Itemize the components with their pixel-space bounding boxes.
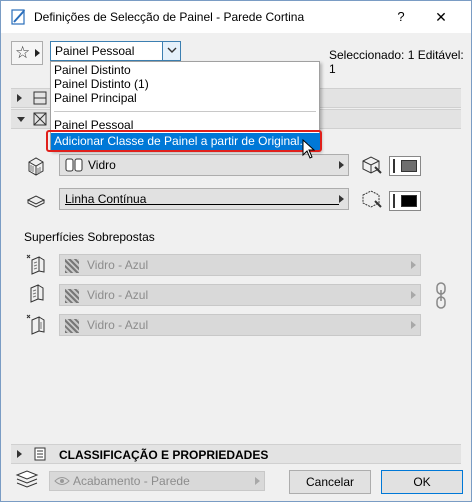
override-surface-value-2: Vidro - Azul — [87, 288, 149, 302]
eye-icon — [54, 477, 70, 485]
surface-pen-icon — [362, 156, 382, 174]
material-swatch-icon — [65, 158, 83, 172]
dropdown-item[interactable]: Painel Pessoal — [54, 118, 133, 132]
dropdown-separator — [54, 111, 316, 112]
override-surface-all-icon — [26, 254, 45, 275]
document-list-icon — [34, 447, 46, 461]
window-title: Definições de Selecção de Painel - Pared… — [34, 10, 305, 24]
star-icon: ☆ — [15, 43, 31, 62]
override-surface-value-1: Vidro - Azul — [87, 258, 149, 272]
ok-button[interactable]: OK — [381, 470, 463, 494]
line-pen-color-picker[interactable] — [389, 191, 421, 211]
cancel-button[interactable]: Cancelar — [289, 470, 371, 494]
line-type-field[interactable]: Linha Contínua — [59, 188, 349, 210]
pen-divider — [393, 194, 395, 208]
override-surface-other-icon — [26, 314, 45, 335]
chain-link-icon[interactable] — [435, 281, 447, 311]
layer-field[interactable]: Acabamento - Parede — [49, 471, 265, 491]
app-icon — [11, 9, 25, 25]
dropdown-item[interactable]: Painel Principal — [54, 91, 137, 105]
chevron-right-icon — [411, 321, 416, 329]
panel-class-combo[interactable]: Painel Pessoal — [50, 41, 181, 61]
panel-class-value: Painel Pessoal — [55, 44, 135, 58]
line-pen-swatch — [401, 195, 417, 207]
hatch-pattern-icon — [65, 289, 79, 303]
help-button[interactable]: ? — [389, 7, 413, 27]
combo-dropdown-button[interactable] — [162, 42, 180, 60]
chevron-right-icon — [339, 195, 344, 203]
panel-preview-icon — [33, 91, 47, 105]
expand-arrow-icon — [17, 450, 22, 458]
surface-material-value: Vidro — [88, 158, 116, 172]
dropdown-item[interactable]: Painel Distinto (1) — [54, 77, 149, 91]
dialog-window: Definições de Selecção de Painel - Pared… — [0, 0, 472, 502]
classification-label: CLASSIFICAÇÃO E PROPRIEDADES — [59, 448, 269, 462]
collapse-arrow-icon — [17, 117, 25, 122]
dropdown-item[interactable]: Painel Distinto — [54, 63, 131, 77]
surface-3d-icon — [28, 157, 44, 176]
section-header-classification[interactable]: CLASSIFICAÇÃO E PROPRIEDADES — [11, 444, 461, 464]
surface-pen-color-picker[interactable] — [389, 156, 421, 176]
expand-arrow-icon — [17, 94, 22, 102]
pen-divider — [393, 159, 395, 173]
override-surface-side-icon — [30, 284, 44, 303]
triangle-right-icon — [35, 49, 40, 57]
panel-model-icon — [33, 112, 47, 126]
mouse-pointer-icon — [302, 139, 316, 159]
close-button[interactable]: ✕ — [429, 7, 453, 27]
add-panel-class-item[interactable]: Adicionar Classe de Painel a partir de O… — [51, 133, 321, 150]
override-surface-field-3[interactable]: Vidro - Azul — [59, 314, 421, 336]
override-surface-field-2[interactable]: Vidro - Azul — [59, 284, 421, 306]
chevron-right-icon — [339, 161, 344, 169]
line-pen-icon — [362, 190, 382, 208]
chevron-right-icon — [255, 477, 260, 485]
hatch-pattern-icon — [65, 259, 79, 273]
selection-info: Seleccionado: 1 Editável: 1 — [329, 48, 464, 76]
layer-value: Acabamento - Parede — [73, 474, 190, 488]
chevron-right-icon — [411, 291, 416, 299]
chevron-right-icon — [411, 261, 416, 269]
override-surface-field-1[interactable]: Vidro - Azul — [59, 254, 421, 276]
panel-class-dropdown-list: Painel Distinto Painel Distinto (1) Pain… — [50, 61, 321, 151]
layers-icon — [15, 470, 39, 488]
override-surfaces-heading: Superfícies Sobrepostas — [24, 230, 155, 244]
hatch-pattern-icon — [65, 319, 79, 333]
chevron-down-icon — [167, 47, 177, 53]
line-preview — [65, 204, 339, 205]
line-type-icon — [26, 195, 46, 208]
favorites-button[interactable]: ☆ — [11, 41, 43, 65]
surface-pen-swatch — [401, 160, 417, 172]
title-bar: Definições de Selecção de Painel - Pared… — [1, 1, 471, 33]
override-surface-value-3: Vidro - Azul — [87, 318, 149, 332]
